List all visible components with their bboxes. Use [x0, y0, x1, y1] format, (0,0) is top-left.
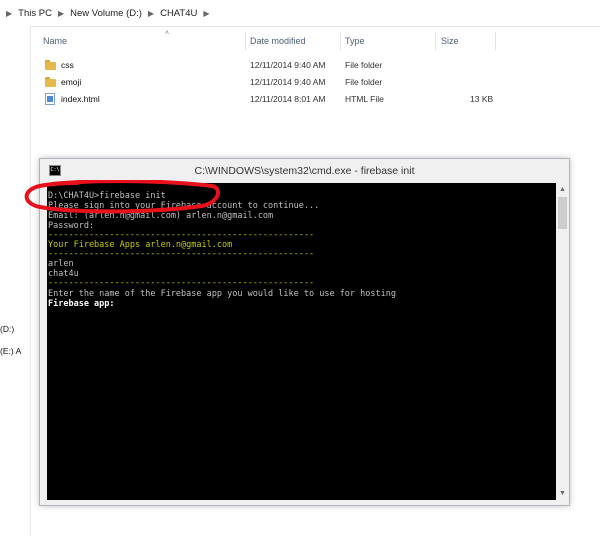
- file-type: File folder: [345, 77, 383, 87]
- red-circle-annotation: [24, 180, 220, 214]
- chevron-right-icon[interactable]: ▶: [148, 9, 154, 18]
- chevron-right-icon[interactable]: ▶: [203, 9, 209, 18]
- column-divider[interactable]: [340, 32, 341, 50]
- file-name: emoji: [61, 77, 82, 87]
- column-divider[interactable]: [435, 32, 436, 50]
- file-size: 13 KB: [470, 94, 494, 104]
- console-line: Enter the name of the Firebase app you w…: [48, 289, 396, 299]
- column-header-type[interactable]: Type: [345, 30, 365, 52]
- breadcrumb-chat4u[interactable]: CHAT4U: [160, 0, 197, 26]
- console-prompt[interactable]: Firebase app:: [48, 299, 115, 309]
- file-date: 12/11/2014 9:40 AM: [250, 60, 326, 70]
- breadcrumb-new-volume[interactable]: New Volume (D:): [70, 0, 142, 26]
- file-date: 12/11/2014 8:01 AM: [250, 94, 326, 104]
- column-header-size[interactable]: Size: [441, 30, 459, 52]
- file-date: 12/11/2014 9:40 AM: [250, 77, 326, 87]
- file-row[interactable]: index.html 12/11/2014 8:01 AM HTML File …: [30, 91, 600, 108]
- file-type: HTML File: [345, 94, 384, 104]
- column-header-name[interactable]: Name: [43, 30, 67, 52]
- vertical-scrollbar[interactable]: ▲ ▼: [556, 183, 569, 500]
- file-row[interactable]: css 12/11/2014 9:40 AM File folder: [30, 57, 600, 74]
- column-divider[interactable]: [495, 32, 496, 50]
- scroll-up-arrow-icon[interactable]: ▲: [556, 183, 569, 196]
- address-bar[interactable]: ▶ This PC ▶ New Volume (D:) ▶ CHAT4U ▶: [0, 0, 600, 27]
- console-separator: ----------------------------------------…: [48, 278, 315, 288]
- nav-item-drive-d[interactable]: (D:): [0, 324, 30, 334]
- file-name: css: [61, 60, 74, 70]
- chevron-right-icon[interactable]: ▶: [58, 9, 64, 18]
- console-output[interactable]: D:\CHAT4U>firebase init Please sign into…: [47, 183, 556, 500]
- navigation-pane: (D:) (E:) A: [0, 26, 31, 536]
- scroll-thumb[interactable]: [558, 197, 567, 229]
- file-row[interactable]: emoji 12/11/2014 9:40 AM File folder: [30, 74, 600, 91]
- folder-icon: [45, 60, 56, 70]
- scroll-down-arrow-icon[interactable]: ▼: [556, 487, 569, 500]
- console-separator: ----------------------------------------…: [48, 230, 315, 240]
- console-separator: ----------------------------------------…: [48, 249, 315, 259]
- console-line: arlen: [48, 259, 74, 269]
- html-file-icon: [45, 93, 55, 105]
- column-header-row: ˄ Name Date modified Type Size: [30, 30, 600, 52]
- chevron-right-icon[interactable]: ▶: [6, 9, 12, 18]
- file-name: index.html: [61, 94, 100, 104]
- sort-ascending-icon: ˄: [165, 30, 170, 37]
- column-divider[interactable]: [245, 32, 246, 50]
- file-type: File folder: [345, 60, 383, 70]
- folder-icon: [45, 77, 56, 87]
- column-header-date[interactable]: Date modified: [250, 30, 306, 52]
- nav-item-drive-e[interactable]: (E:) A: [0, 346, 30, 356]
- breadcrumb-this-pc[interactable]: This PC: [18, 0, 52, 26]
